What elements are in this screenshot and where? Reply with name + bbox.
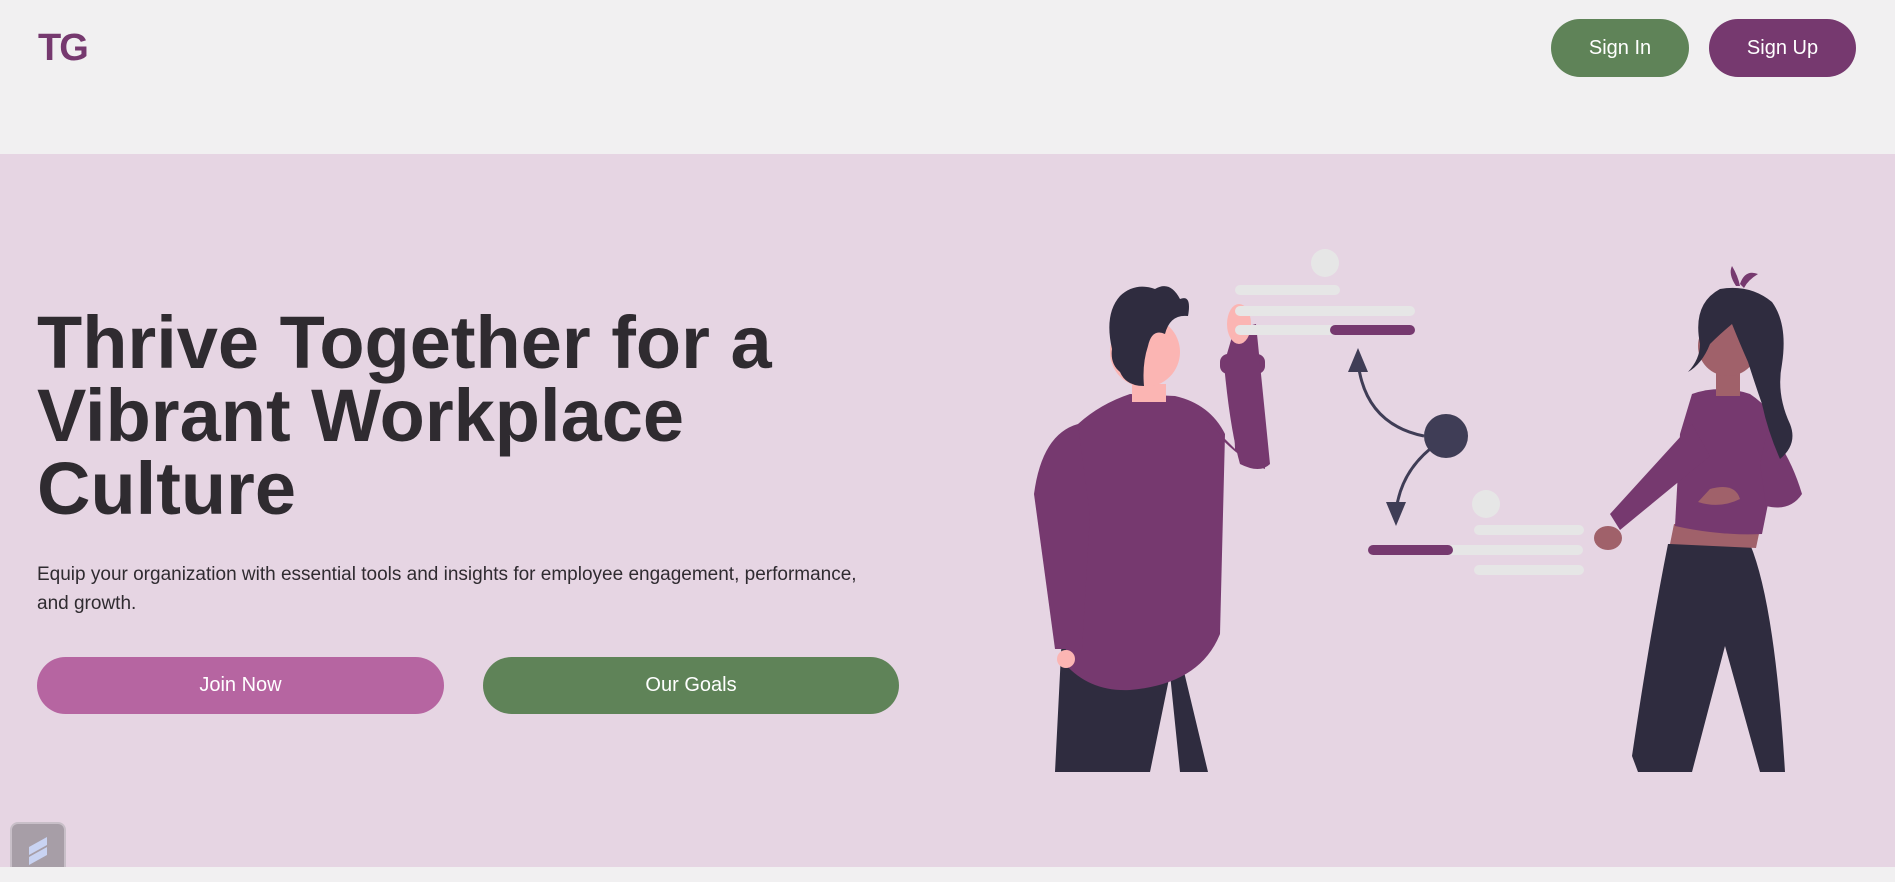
sign-up-button[interactable]: Sign Up bbox=[1709, 19, 1856, 77]
chart-lines-graphic bbox=[1235, 249, 1584, 575]
page-bottom-strip bbox=[0, 867, 1895, 882]
man-figure bbox=[1034, 286, 1270, 772]
logo[interactable]: TG bbox=[38, 28, 89, 68]
hero-headline: Thrive Together for a Vibrant Workplace … bbox=[37, 301, 772, 530]
our-goals-button[interactable]: Our Goals bbox=[483, 657, 899, 714]
woman-figure bbox=[1594, 266, 1802, 772]
team-collaboration-illustration bbox=[1034, 249, 1802, 772]
hero-subtext: Equip your organization with essential t… bbox=[37, 564, 857, 614]
site-header: TG Sign In Sign Up bbox=[0, 0, 1895, 154]
hero-section: Thrive Together for a Vibrant Workplace … bbox=[0, 154, 1895, 867]
sign-in-button[interactable]: Sign In bbox=[1551, 19, 1689, 77]
join-now-button[interactable]: Join Now bbox=[37, 657, 444, 714]
